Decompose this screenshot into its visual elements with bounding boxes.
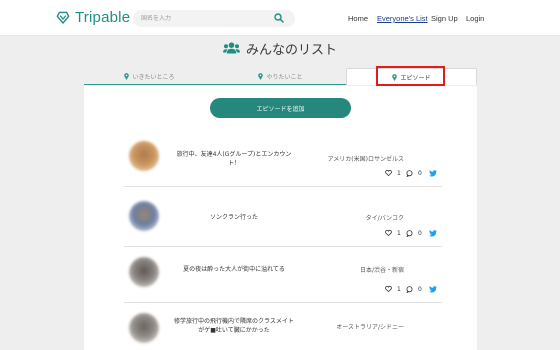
comment-icon[interactable] [406, 230, 413, 237]
episode-row[interactable]: 旅行中、友達4人(Gグループ)とエンカウント！ アメリカ(米国)ロサンゼルス 1… [124, 127, 442, 187]
episode-location: アメリカ(米国)ロサンゼルス [327, 156, 404, 163]
country-search-input[interactable] [141, 15, 271, 22]
episode-location: タイ/バンコク [365, 215, 404, 222]
nav-home-link[interactable]: Home [348, 14, 368, 23]
tab-label: いきたいところ [132, 73, 175, 81]
heart-outline-icon [56, 11, 70, 24]
comment-count: 0 [418, 286, 422, 293]
comment-icon[interactable] [406, 170, 413, 177]
map-pin-icon [258, 72, 264, 80]
avatar [129, 201, 159, 231]
highlight-box [376, 66, 445, 86]
episode-panel: エピソードを追加 旅行中、友達4人(Gグループ)とエンカウント！ アメリカ(米国… [84, 86, 477, 350]
comment-count: 0 [418, 170, 422, 177]
episode-row[interactable]: ソンクラン行った タイ/バンコク 1 0 [124, 187, 442, 247]
comment-count: 0 [418, 230, 422, 237]
heart-icon[interactable] [385, 230, 392, 236]
twitter-icon[interactable] [429, 230, 437, 237]
nav-everyones-list-link[interactable]: Everyone's List [377, 14, 428, 23]
page-title: みんなのリスト [245, 42, 337, 58]
tab-things-to-do[interactable]: やりたいこと [215, 68, 346, 85]
avatar [129, 141, 159, 171]
tab-places-to-go[interactable]: いきたいところ [84, 68, 215, 85]
nav-login-link[interactable]: Login [466, 14, 484, 23]
top-nav-bar: Tripable Home Everyone's List Sign Up Lo… [0, 0, 560, 36]
avatar [129, 313, 159, 343]
like-count: 1 [397, 230, 401, 237]
twitter-icon[interactable] [429, 286, 437, 293]
heart-icon[interactable] [385, 286, 392, 292]
episode-row[interactable]: 夏の夜は酔った大人が街中に溢れてる 日本/渋谷・新宿 1 0 [124, 243, 442, 303]
users-icon [222, 42, 240, 54]
twitter-icon[interactable] [429, 170, 437, 177]
search-box [133, 10, 295, 27]
comment-icon[interactable] [406, 286, 413, 293]
logo-text: Tripable [75, 9, 131, 26]
heart-icon[interactable] [385, 170, 392, 176]
episode-row[interactable]: 修学旅行中の飛行機内で隣席のクラスメイトがゲ■吐いて臓にかかった オーストラリア… [124, 299, 442, 350]
like-count: 1 [397, 170, 401, 177]
page-title-wrap: みんなのリスト [0, 38, 560, 58]
add-episode-button[interactable]: エピソードを追加 [210, 98, 351, 118]
logo[interactable]: Tripable [56, 9, 130, 26]
like-count: 1 [397, 286, 401, 293]
episode-location: 日本/渋谷・新宿 [359, 267, 404, 274]
avatar [129, 257, 159, 287]
episode-location: オーストラリア/シドニー [336, 324, 404, 331]
nav-sign-up-link[interactable]: Sign Up [431, 14, 458, 23]
search-icon[interactable] [274, 13, 284, 23]
map-pin-icon [124, 72, 130, 80]
tab-label: やりたいこと [266, 73, 303, 81]
